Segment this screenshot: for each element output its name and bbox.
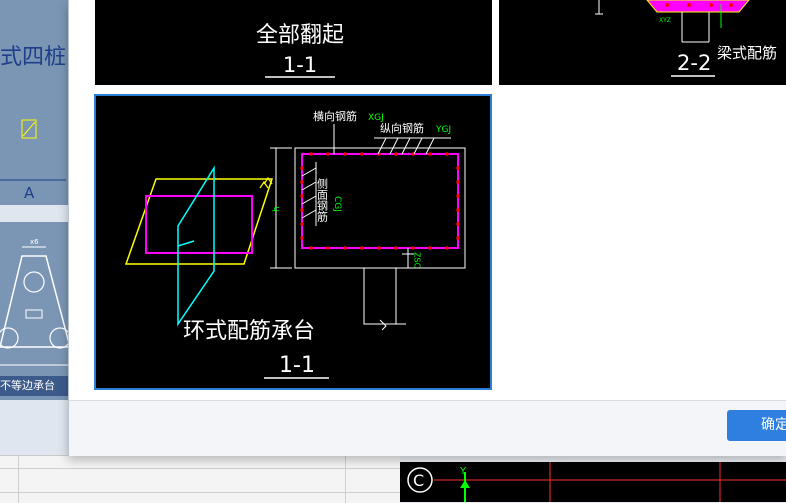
background-tab-unequal-cap[interactable]: 不等边承台 bbox=[0, 376, 68, 396]
background-axis-label: A bbox=[24, 184, 35, 202]
dialog-footer bbox=[69, 400, 786, 456]
background-left-panel: 式四桩 A x6 不等边承台 bbox=[0, 0, 68, 502]
rebar-style-panel-beam[interactable]: XYZ 2-2 梁式配筋 bbox=[499, 0, 786, 85]
rebar-style-panel-ring[interactable]: h 横向钢筋 XGJ 纵向钢筋 YGJ 侧面钢筋 CGJ ZSC 环式配筋承台 … bbox=[94, 94, 492, 390]
horizontal-rebar-label: 横向钢筋 bbox=[313, 109, 357, 123]
panel-section-label: 2-2 bbox=[677, 51, 711, 75]
background-thumbnail-1[interactable]: 式四桩 A bbox=[0, 0, 68, 205]
background-property-grid bbox=[0, 455, 400, 503]
ok-button[interactable]: 确定 bbox=[727, 410, 786, 441]
panel-title: 梁式配筋 bbox=[717, 44, 777, 62]
cad-y-axis-label: Y bbox=[459, 466, 467, 477]
vertical-rebar-code: YGJ bbox=[435, 125, 451, 135]
svg-text:XYZ: XYZ bbox=[659, 17, 671, 24]
side-rebar-code: CGJ bbox=[332, 196, 342, 212]
vertical-rebar-label: 纵向钢筋 bbox=[380, 121, 424, 135]
panel-section-label: 1-1 bbox=[279, 353, 315, 378]
panel-title: 环式配筋承台 bbox=[183, 319, 315, 344]
panel-title: 全部翻起 bbox=[256, 23, 344, 48]
panel-section-label: 1-1 bbox=[283, 53, 317, 77]
background-dim-label: x6 bbox=[30, 238, 39, 246]
side-rebar-label: 侧面钢筋 bbox=[316, 178, 329, 223]
height-label: h bbox=[272, 206, 282, 212]
cad-axis-label: C bbox=[413, 471, 424, 490]
background-thumbnail-2[interactable]: x6 bbox=[0, 222, 68, 400]
background-cad-viewport[interactable]: C Y bbox=[400, 462, 786, 502]
rebar-style-panel-full-bent[interactable]: 全部翻起 1-1 bbox=[95, 0, 492, 85]
zsc-label: ZSC bbox=[413, 252, 422, 269]
